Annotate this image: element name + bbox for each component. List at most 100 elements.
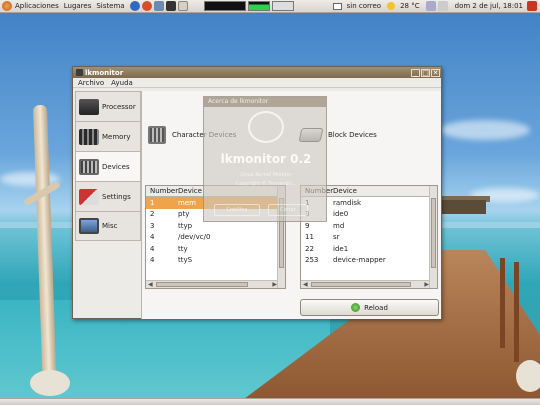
menu-lugares[interactable]: Lugares <box>64 2 92 10</box>
about-subtitle: Linux Kernel Monitor <box>240 172 292 178</box>
rock <box>30 370 70 396</box>
cpu-monitor-graph[interactable] <box>203 1 246 11</box>
menu-aplicaciones[interactable]: Aplicaciones <box>15 2 59 10</box>
menubar: Archivo Ayuda <box>73 78 441 88</box>
help-launcher-icon[interactable] <box>153 1 164 11</box>
cell-number: 11 <box>305 233 314 242</box>
sidebar-item-label: Processor <box>102 102 136 111</box>
table-row[interactable]: 4 ttyS <box>146 255 285 267</box>
editor-launcher-icon[interactable] <box>177 1 188 11</box>
pier-post <box>514 262 519 362</box>
sidebar-item-label: Memory <box>102 132 131 141</box>
menu-sistema[interactable]: Sistema <box>96 2 124 10</box>
table-row[interactable]: 4 tty <box>146 243 285 255</box>
scroll-left-icon[interactable]: ◀ <box>148 281 153 288</box>
table-row[interactable]: 4/dev/vc/0 <box>146 232 285 244</box>
network-icon[interactable] <box>437 1 448 11</box>
mail-status: sin correo <box>346 2 382 10</box>
sidebar-item-label: Misc <box>102 222 118 230</box>
cloud <box>440 120 530 140</box>
vertical-scrollbar[interactable] <box>429 186 437 288</box>
tux-logo-icon <box>248 111 284 143</box>
network-monitor-graph[interactable] <box>271 1 294 11</box>
mail-launcher-icon[interactable] <box>141 1 152 11</box>
close-dialog-button[interactable]: Cerrar <box>268 204 308 216</box>
scroll-left-icon[interactable]: ◀ <box>303 281 308 288</box>
weather-sun-icon[interactable] <box>387 2 396 10</box>
hut <box>440 200 486 214</box>
sidebar-item-processor[interactable]: Processor <box>75 91 141 121</box>
sidebar-item-label: Settings <box>102 192 131 201</box>
cell-device: device-mapper <box>333 256 386 265</box>
sidebar-item-misc[interactable]: Misc <box>75 211 141 241</box>
rock <box>516 360 540 392</box>
cell-device: ttyS <box>178 256 193 265</box>
cell-number: 4 <box>150 233 155 242</box>
cell-device: /dev/vc/0 <box>178 233 211 242</box>
chip-icon <box>148 126 166 144</box>
clock[interactable]: dom 2 de jul, 18:01 <box>455 2 523 10</box>
maximize-button[interactable]: □ <box>421 68 430 77</box>
gnome-foot-icon[interactable] <box>2 1 12 11</box>
cell-device: tty <box>178 244 188 253</box>
cell-number: 2 <box>150 210 155 219</box>
credits-button[interactable]: Créditos <box>214 204 260 216</box>
menu-archivo[interactable]: Archivo <box>78 79 104 87</box>
heading-label: Block Devices <box>328 131 377 139</box>
cell-device: ide1 <box>333 244 349 253</box>
table-row[interactable]: 253 device-mapper <box>301 255 437 267</box>
terminal-launcher-icon[interactable] <box>165 1 176 11</box>
scroll-thumb[interactable] <box>311 282 411 287</box>
top-panel: Aplicaciones Lugares Sistema sin correo … <box>0 0 540 13</box>
weather-temp[interactable]: 28 °C <box>400 2 420 10</box>
devices-icon <box>79 158 99 175</box>
cell-number: 4 <box>150 244 155 253</box>
table-row[interactable]: 22 ide1 <box>301 243 437 255</box>
column-header-device[interactable]: Device <box>333 187 437 195</box>
sidebar-item-devices[interactable]: Devices <box>75 151 141 181</box>
column-header-number[interactable]: Number <box>146 187 178 195</box>
scroll-thumb[interactable] <box>431 198 436 268</box>
table-row[interactable]: 11 sr <box>301 232 437 244</box>
minimize-button[interactable]: _ <box>411 68 420 77</box>
cell-number: 22 <box>305 244 314 253</box>
cell-number: 3 <box>150 221 155 230</box>
cell-number: 4 <box>150 256 155 265</box>
window-titlebar[interactable]: lkmonitor _ □ ✕ <box>73 67 441 78</box>
reload-label: Reload <box>364 303 388 312</box>
cell-device: sr <box>333 233 340 242</box>
cell-number: 9 <box>305 221 310 230</box>
bottom-panel <box>0 398 540 405</box>
cell-device: md <box>333 221 345 230</box>
cell-device: ramdisk <box>333 198 362 207</box>
window-title: lkmonitor <box>85 68 124 77</box>
cell-number: 253 <box>305 256 319 265</box>
sidebar-item-memory[interactable]: Memory <box>75 121 141 151</box>
horizontal-scrollbar[interactable]: ◀ ▶ <box>146 280 279 288</box>
app-icon <box>76 69 83 76</box>
about-dialog-title[interactable]: Acerca de lkmonitor <box>204 97 326 107</box>
about-app-name: lkmonitor 0.2 <box>220 152 312 166</box>
close-button[interactable]: ✕ <box>431 68 440 77</box>
memory-icon <box>79 128 99 145</box>
volume-icon[interactable] <box>425 1 436 11</box>
scroll-thumb[interactable] <box>156 282 248 287</box>
horizontal-scrollbar[interactable]: ◀ ▶ <box>301 280 431 288</box>
settings-icon <box>79 188 99 205</box>
about-copyright: Copyright © Fernando... <box>235 181 297 187</box>
pier-post <box>500 258 505 348</box>
sidebar-item-settings[interactable]: Settings <box>75 181 141 211</box>
cell-device: ide0 <box>333 210 349 219</box>
processor-icon <box>79 98 99 115</box>
menu-ayuda[interactable]: Ayuda <box>111 79 133 87</box>
sidebar-item-label: Devices <box>102 162 130 171</box>
power-icon[interactable] <box>527 1 537 11</box>
computer-icon <box>79 218 99 234</box>
sidebar: Processor Memory Devices Settings Misc <box>75 91 141 241</box>
browser-launcher-icon[interactable] <box>129 1 140 11</box>
mail-icon[interactable] <box>332 2 342 10</box>
cell-number: 1 <box>150 198 155 207</box>
memory-monitor-graph[interactable] <box>247 1 270 11</box>
reload-button[interactable]: Reload <box>300 299 439 316</box>
about-dialog: Acerca de lkmonitor lkmonitor 0.2 Linux … <box>203 96 327 222</box>
